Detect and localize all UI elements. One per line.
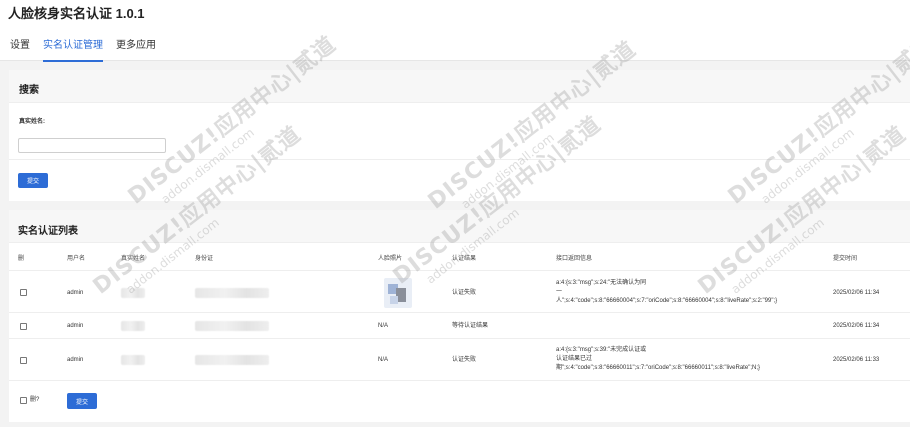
divider xyxy=(9,380,910,381)
divider xyxy=(9,270,910,271)
row-delete-checkbox[interactable] xyxy=(20,289,27,296)
realname-label: 真实姓名: xyxy=(19,119,45,125)
divider xyxy=(9,159,910,160)
redacted-realname xyxy=(121,288,145,298)
top-bar: 人脸核身实名认证 1.0.1 设置 实名认证管理 更多应用 xyxy=(0,0,910,62)
delete-all-label: 删? xyxy=(30,397,40,403)
column-realname: 真实姓名 xyxy=(121,256,146,262)
row-result: 认证失败 xyxy=(452,357,477,363)
row-api-info: a:4:{s:3:"msg";s:39:"未完成认证或 认证结果已过 期";s:… xyxy=(556,347,760,371)
row-submit-time: 2025/02/06 11:34 xyxy=(833,323,880,329)
redacted-idcard xyxy=(195,321,269,331)
redacted-idcard xyxy=(195,288,269,298)
realname-input[interactable] xyxy=(18,138,166,153)
column-api-info: 接口返回信息 xyxy=(556,256,593,262)
realname-list-panel: 实名认证列表 删 用户名 真实姓名 身份证 人脸照片 认证结果 接口返回信息 提… xyxy=(9,210,910,422)
redacted-realname xyxy=(121,321,145,331)
column-idcard: 身份证 xyxy=(195,256,214,262)
face-photo xyxy=(384,278,412,308)
column-delete: 删 xyxy=(18,256,25,262)
tab-realname-management[interactable]: 实名认证管理 xyxy=(43,36,103,62)
list-submit-button[interactable]: 提交 xyxy=(67,393,97,409)
row-face-photo: N/A xyxy=(378,357,389,363)
row-username: admin xyxy=(67,357,84,363)
redacted-idcard xyxy=(195,355,269,365)
row-submit-time: 2025/02/06 11:34 xyxy=(833,290,880,296)
column-result: 认证结果 xyxy=(452,256,477,262)
delete-all-checkbox[interactable] xyxy=(20,397,27,404)
row-username: admin xyxy=(67,323,84,329)
list-panel-title: 实名认证列表 xyxy=(9,210,910,243)
search-submit-button[interactable]: 提交 xyxy=(18,173,48,188)
search-panel-title: 搜索 xyxy=(9,70,910,103)
row-submit-time: 2025/02/06 11:33 xyxy=(833,357,880,363)
tab-more-apps[interactable]: 更多应用 xyxy=(116,36,156,62)
search-panel: 搜索 真实姓名: 提交 xyxy=(9,70,910,201)
row-delete-checkbox[interactable] xyxy=(20,357,27,364)
row-result: 认证失败 xyxy=(452,290,477,296)
row-api-info: a:4:{s:3:"msg";s:24:"无法确认为同 一 人";s:4:"co… xyxy=(556,280,778,304)
column-submit-time: 提交时间 xyxy=(833,256,858,262)
row-delete-checkbox[interactable] xyxy=(20,323,27,330)
row-result: 等待认证结果 xyxy=(452,323,489,329)
app-title: 人脸核身实名认证 1.0.1 xyxy=(8,6,145,21)
redacted-realname xyxy=(121,355,145,365)
divider xyxy=(9,312,910,313)
column-face-photo: 人脸照片 xyxy=(378,256,403,262)
divider xyxy=(9,338,910,339)
row-username: admin xyxy=(67,290,84,296)
tab-bar: 设置 实名认证管理 更多应用 xyxy=(10,36,169,62)
tab-settings[interactable]: 设置 xyxy=(10,36,30,62)
row-face-photo: N/A xyxy=(378,323,389,329)
column-username: 用户名 xyxy=(67,256,86,262)
